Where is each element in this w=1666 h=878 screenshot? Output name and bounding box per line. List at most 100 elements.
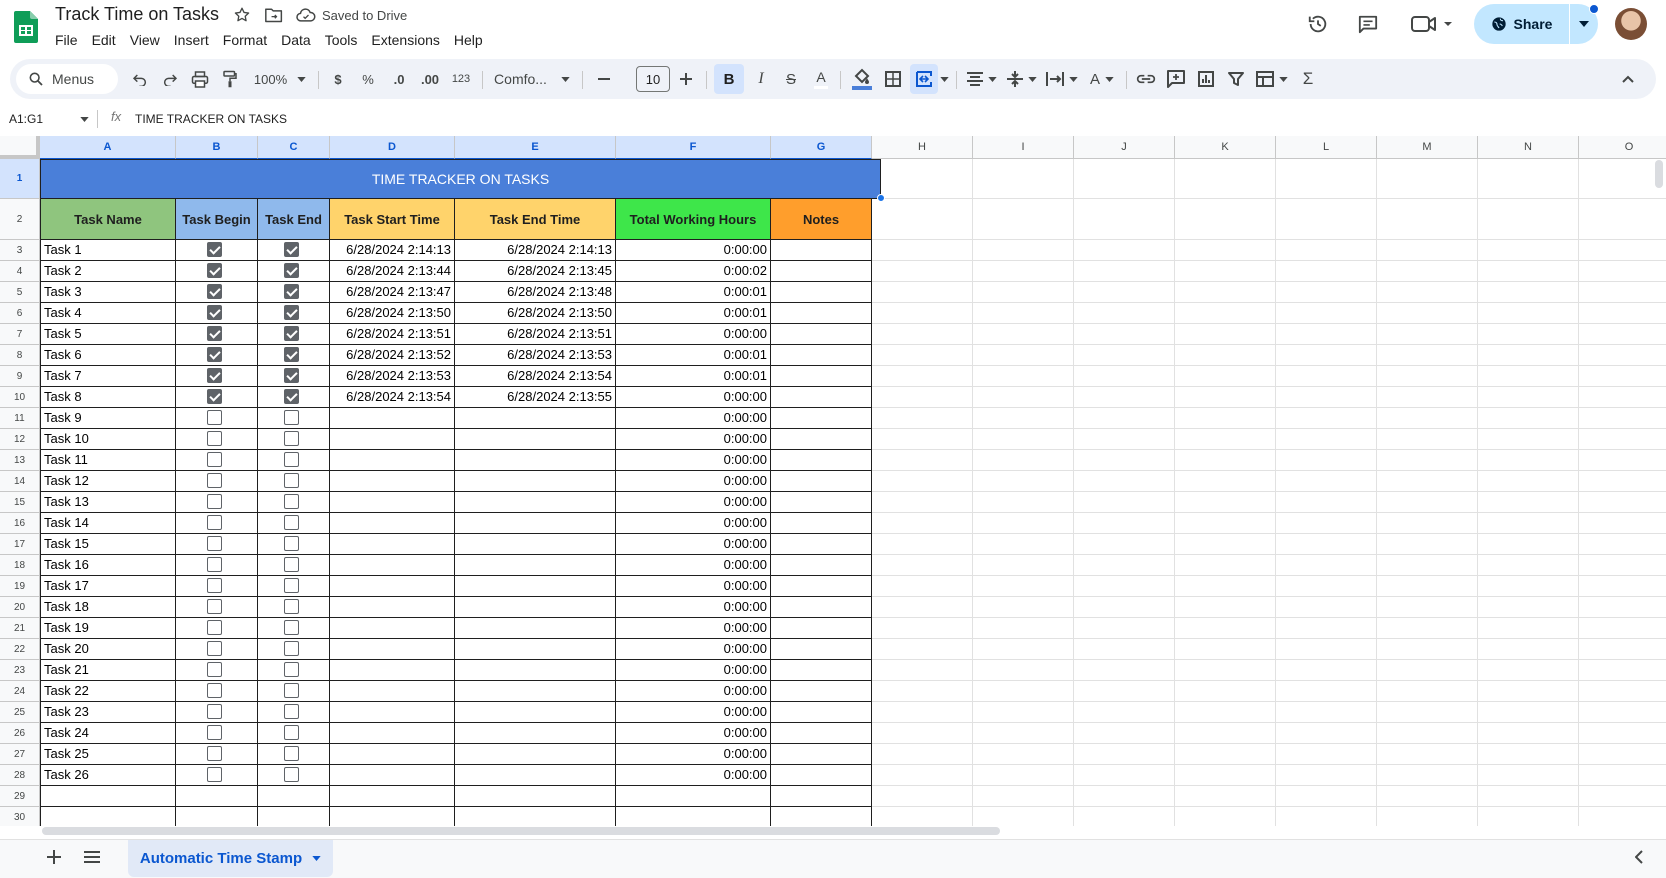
filter-icon[interactable] <box>1222 59 1250 99</box>
cell-task-name[interactable]: Task 5 <box>40 324 176 345</box>
menu-data[interactable]: Data <box>274 31 318 51</box>
row-header[interactable]: 24 <box>0 681 40 702</box>
cell-notes[interactable] <box>771 681 872 702</box>
cell-task-name[interactable]: Task 6 <box>40 345 176 366</box>
avatar[interactable] <box>1615 8 1647 40</box>
cell-total-working-hours[interactable]: 0:00:00 <box>616 765 771 786</box>
checkbox[interactable] <box>207 620 222 635</box>
selection-fill-handle[interactable] <box>877 194 885 202</box>
functions-sigma-icon[interactable]: Σ <box>1294 59 1322 99</box>
cell-task-name[interactable]: Task 2 <box>40 261 176 282</box>
cell-notes[interactable] <box>771 534 872 555</box>
header-task-end[interactable]: Task End <box>258 199 330 240</box>
menu-format[interactable]: Format <box>216 31 274 51</box>
cell-task-name[interactable]: Task 20 <box>40 639 176 660</box>
column-header-b[interactable]: B <box>176 136 258 159</box>
cell-task-begin[interactable] <box>176 639 258 660</box>
checkbox[interactable] <box>207 683 222 698</box>
cell-task-end-time[interactable] <box>455 765 616 786</box>
cell-task-end[interactable] <box>258 513 330 534</box>
menu-edit[interactable]: Edit <box>85 31 123 51</box>
cell-task-begin[interactable] <box>176 471 258 492</box>
cell-task-begin[interactable] <box>176 513 258 534</box>
cell-empty[interactable] <box>40 807 176 826</box>
row-header[interactable]: 11 <box>0 408 40 429</box>
cell-task-end[interactable] <box>258 639 330 660</box>
cell-task-end[interactable] <box>258 471 330 492</box>
sheets-logo-icon[interactable] <box>14 11 38 43</box>
cell-task-name[interactable]: Task 25 <box>40 744 176 765</box>
checkbox[interactable] <box>284 347 299 362</box>
cell-empty[interactable] <box>616 786 771 807</box>
checkbox[interactable] <box>284 557 299 572</box>
cell-task-start-time[interactable]: 6/28/2024 2:13:47 <box>330 282 455 303</box>
sheet-tab-active[interactable]: Automatic Time Stamp <box>128 840 333 877</box>
cell-task-name[interactable]: Task 19 <box>40 618 176 639</box>
text-wrapping-icon[interactable] <box>1042 59 1082 99</box>
cell-empty[interactable] <box>40 786 176 807</box>
number-format-button[interactable]: 123 <box>448 59 474 99</box>
add-sheet-icon[interactable] <box>47 850 61 864</box>
formula-input[interactable]: TIME TRACKER ON TASKS <box>135 112 287 126</box>
column-header-o[interactable]: O <box>1579 136 1666 159</box>
undo-icon[interactable] <box>128 59 152 99</box>
cell-empty[interactable] <box>258 786 330 807</box>
cell-task-end[interactable] <box>258 492 330 513</box>
cell-total-working-hours[interactable]: 0:00:01 <box>616 366 771 387</box>
cell-task-end-time[interactable] <box>455 492 616 513</box>
percent-format-button[interactable]: % <box>356 59 380 99</box>
cell-total-working-hours[interactable]: 0:00:00 <box>616 597 771 618</box>
cell-notes[interactable] <box>771 261 872 282</box>
cell-task-end[interactable] <box>258 303 330 324</box>
menu-insert[interactable]: Insert <box>167 31 216 51</box>
cell-task-begin[interactable] <box>176 261 258 282</box>
horizontal-scrollbar[interactable] <box>42 827 1000 835</box>
cell-task-begin[interactable] <box>176 324 258 345</box>
cell-task-end[interactable] <box>258 744 330 765</box>
checkbox[interactable] <box>207 662 222 677</box>
cell-task-start-time[interactable] <box>330 660 455 681</box>
cell-task-start-time[interactable] <box>330 744 455 765</box>
cell-task-start-time[interactable] <box>330 429 455 450</box>
row-header[interactable]: 13 <box>0 450 40 471</box>
cell-notes[interactable] <box>771 765 872 786</box>
cell-task-begin[interactable] <box>176 450 258 471</box>
row-header[interactable]: 16 <box>0 513 40 534</box>
cell-task-start-time[interactable] <box>330 450 455 471</box>
cell-total-working-hours[interactable]: 0:00:00 <box>616 618 771 639</box>
redo-icon[interactable] <box>158 59 182 99</box>
cell-task-name[interactable]: Task 8 <box>40 387 176 408</box>
cell-task-end-time[interactable] <box>455 576 616 597</box>
merge-dropdown-icon[interactable] <box>938 59 950 99</box>
increase-font-size-button[interactable] <box>674 59 698 99</box>
select-all-corner[interactable] <box>0 136 40 159</box>
cell-empty[interactable] <box>455 786 616 807</box>
row-header[interactable]: 25 <box>0 702 40 723</box>
column-header-g[interactable]: G <box>771 136 872 159</box>
insert-comment-icon[interactable] <box>1162 59 1190 99</box>
row-header[interactable]: 4 <box>0 261 40 282</box>
cell-empty[interactable] <box>258 807 330 826</box>
cell-task-end-time[interactable]: 6/28/2024 2:13:54 <box>455 366 616 387</box>
checkbox[interactable] <box>284 410 299 425</box>
checkbox[interactable] <box>207 536 222 551</box>
column-header-i[interactable]: I <box>973 136 1074 159</box>
checkbox[interactable] <box>207 641 222 656</box>
cell-task-start-time[interactable]: 6/28/2024 2:13:53 <box>330 366 455 387</box>
checkbox[interactable] <box>207 431 222 446</box>
all-sheets-list-icon[interactable] <box>84 851 100 863</box>
cell-task-begin[interactable] <box>176 534 258 555</box>
cell-task-end[interactable] <box>258 387 330 408</box>
version-history-icon[interactable] <box>1307 13 1329 35</box>
checkbox[interactable] <box>207 242 222 257</box>
cell-task-start-time[interactable] <box>330 534 455 555</box>
cell-task-begin[interactable] <box>176 408 258 429</box>
cell-notes[interactable] <box>771 618 872 639</box>
checkbox[interactable] <box>207 284 222 299</box>
collapse-toolbar-icon[interactable] <box>1614 59 1642 99</box>
cell-task-end-time[interactable]: 6/28/2024 2:13:51 <box>455 324 616 345</box>
cell-total-working-hours[interactable]: 0:00:00 <box>616 324 771 345</box>
header-notes[interactable]: Notes <box>771 199 872 240</box>
row-header[interactable]: 1 <box>0 159 40 199</box>
cell-task-start-time[interactable] <box>330 408 455 429</box>
